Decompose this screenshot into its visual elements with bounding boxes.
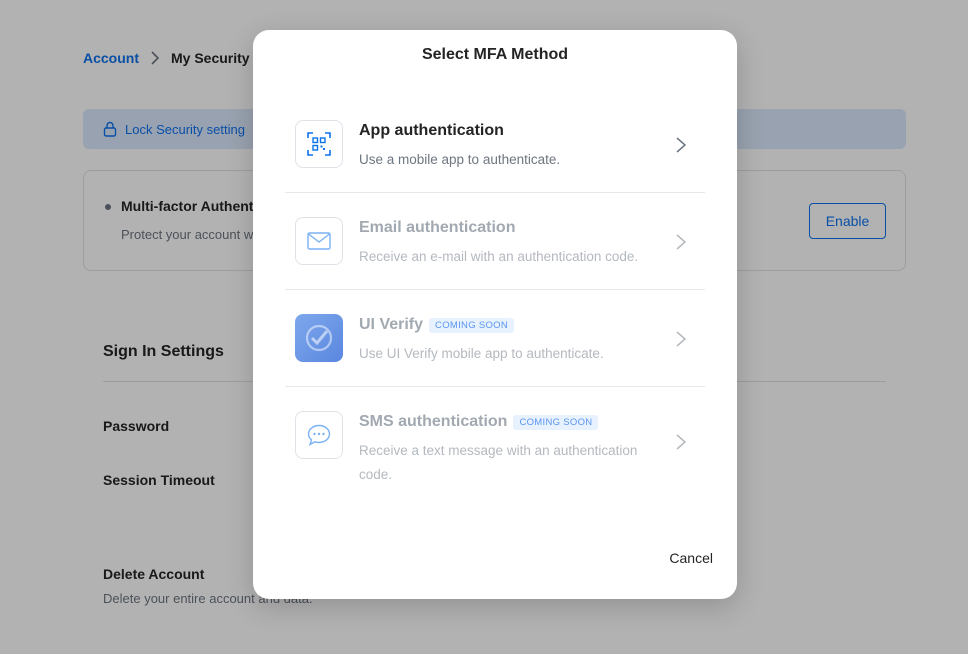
chat-bubble-icon [295,411,343,459]
coming-soon-badge: COMING SOON [429,317,514,333]
chevron-right-icon [676,331,687,347]
method-title: App authentication [359,122,504,139]
cancel-button[interactable]: Cancel [633,546,713,570]
method-title: SMS authentication COMING SOON [359,413,599,431]
method-description: Receive an e-mail with an authentication… [359,249,639,264]
method-description: Use UI Verify mobile app to authenticate… [359,346,604,361]
method-title: Email authentication [359,219,516,236]
method-app-authentication[interactable]: App authentication Use a mobile app to a… [285,96,705,193]
method-description: Receive a text message with an authentic… [359,443,638,482]
method-sms-authentication[interactable]: SMS authentication COMING SOON Receive a… [285,387,705,497]
ui-verify-icon [295,314,343,362]
chevron-right-icon [676,434,687,450]
method-title: UI Verify COMING SOON [359,316,514,334]
method-description: Use a mobile app to authenticate. [359,152,561,167]
modal-title: Select MFA Method [421,46,569,63]
select-mfa-modal: Select MFA Method App authentication Use… [253,30,737,599]
chevron-right-icon [676,234,687,250]
qr-code-icon [295,120,343,168]
chevron-right-icon [676,137,687,153]
coming-soon-badge: COMING SOON [513,414,599,430]
method-ui-verify[interactable]: UI Verify COMING SOON Use UI Verify mobi… [285,290,705,387]
method-email-authentication[interactable]: Email authentication Receive an e-mail w… [285,193,705,290]
envelope-icon [295,217,343,265]
